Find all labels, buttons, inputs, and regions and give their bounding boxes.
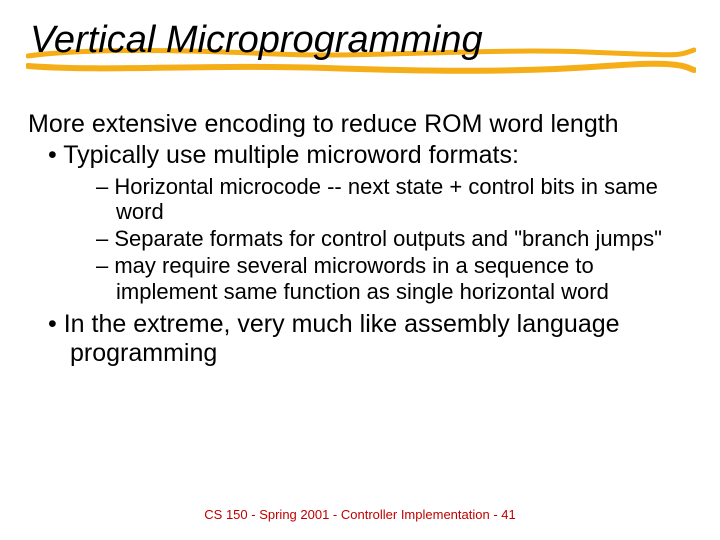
lead-text: More extensive encoding to reduce ROM wo… xyxy=(28,110,678,139)
bullet-level2: Horizontal microcode -- next state + con… xyxy=(28,174,678,225)
bullet-level1: Typically use multiple microword formats… xyxy=(28,141,678,170)
slide: Vertical Microprogramming More extensive… xyxy=(0,0,720,540)
sub-bullet-group: Horizontal microcode -- next state + con… xyxy=(28,174,678,304)
bullet-text: In the extreme, very much like assembly … xyxy=(64,310,620,367)
title-block: Vertical Microprogramming xyxy=(30,20,690,62)
slide-footer: CS 150 - Spring 2001 - Controller Implem… xyxy=(0,507,720,522)
sub-bullet-text: may require several microwords in a sequ… xyxy=(114,253,608,303)
slide-body: More extensive encoding to reduce ROM wo… xyxy=(28,110,678,371)
lead-text-span: More extensive encoding to reduce ROM wo… xyxy=(28,110,619,138)
sub-bullet-text: Horizontal microcode -- next state + con… xyxy=(114,174,658,224)
bullet-text: Typically use multiple microword formats… xyxy=(63,141,519,169)
slide-title: Vertical Microprogramming xyxy=(30,20,690,62)
bullet-level2: may require several microwords in a sequ… xyxy=(28,253,678,304)
bullet-level1: In the extreme, very much like assembly … xyxy=(28,310,678,368)
bullet-level2: Separate formats for control outputs and… xyxy=(28,226,678,251)
sub-bullet-text: Separate formats for control outputs and… xyxy=(114,226,662,251)
